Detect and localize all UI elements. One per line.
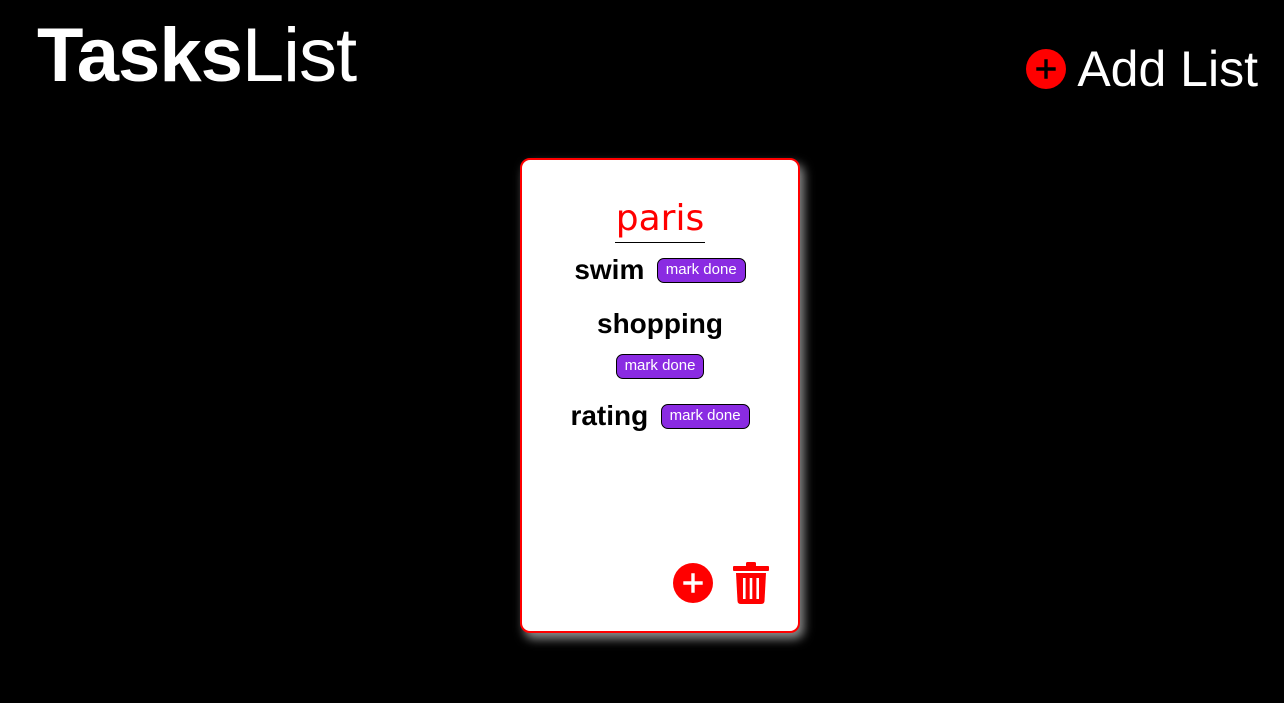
add-list-button[interactable]: Add List xyxy=(1026,44,1258,94)
trash-icon[interactable] xyxy=(733,562,769,604)
mark-done-button[interactable]: mark done xyxy=(660,403,750,429)
add-list-label: Add List xyxy=(1077,41,1258,97)
plus-icon xyxy=(683,573,703,593)
task-name: swim xyxy=(574,254,645,285)
app-title: TasksList xyxy=(37,13,357,98)
task-items: swim mark done shopping mark done rating… xyxy=(522,251,798,435)
task-item: rating mark done xyxy=(522,397,798,435)
task-name: rating xyxy=(570,400,649,432)
app: TasksList Add List paris swim mark done … xyxy=(0,0,1284,703)
app-title-bold: Tasks xyxy=(37,13,243,98)
mark-done-button[interactable]: mark done xyxy=(615,353,705,379)
task-name: shopping xyxy=(597,308,723,340)
mark-done-button[interactable]: mark done xyxy=(656,257,746,283)
plus-circle-icon xyxy=(1026,49,1067,89)
app-title-light: List xyxy=(241,13,357,98)
list-title: paris xyxy=(614,196,706,243)
add-task-button[interactable] xyxy=(673,563,713,603)
task-item: swim mark done xyxy=(522,251,798,289)
card-actions xyxy=(673,562,769,604)
task-item: shopping mark done xyxy=(522,305,798,381)
task-list-card: paris swim mark done shopping mark done … xyxy=(520,158,800,633)
